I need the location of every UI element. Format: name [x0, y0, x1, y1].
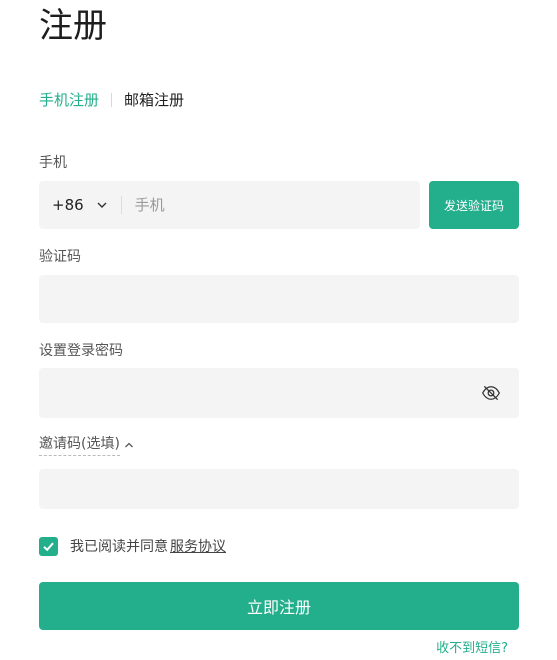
send-code-button[interactable]: 发送验证码: [429, 181, 519, 229]
phone-label: 手机: [39, 155, 67, 171]
password-input[interactable]: [39, 368, 481, 418]
chevron-down-icon: [97, 202, 107, 208]
chevron-up-icon: [124, 442, 133, 448]
no-sms-link[interactable]: 收不到短信?: [436, 640, 508, 658]
agreement-text: 我已阅读并同意: [70, 539, 168, 555]
verify-code-input[interactable]: [39, 275, 519, 323]
country-code-select[interactable]: +86: [39, 181, 108, 229]
service-agreement-link[interactable]: 服务协议: [170, 536, 226, 556]
register-submit-button[interactable]: 立即注册: [39, 582, 519, 630]
verify-code-label: 验证码: [39, 249, 81, 265]
eye-slash-icon[interactable]: [481, 383, 501, 403]
invite-code-input[interactable]: [39, 469, 519, 509]
agreement-checkbox[interactable]: [39, 536, 58, 556]
password-label: 设置登录密码: [39, 343, 123, 359]
invite-code-toggle[interactable]: 邀请码(选填): [39, 434, 134, 456]
page-title: 注册: [39, 6, 107, 46]
invite-code-field: [39, 469, 519, 509]
agreement-row: 我已阅读并同意 服务协议: [39, 536, 226, 556]
password-field: [39, 368, 519, 418]
invite-code-label: 邀请码(选填): [39, 434, 120, 456]
tab-phone-register[interactable]: 手机注册: [39, 88, 99, 112]
country-code-value: +86: [52, 196, 84, 214]
check-icon: [43, 542, 54, 551]
phone-input[interactable]: [121, 181, 420, 229]
tab-divider: [111, 93, 113, 107]
verify-code-field: [39, 275, 519, 323]
register-tabs: 手机注册 邮箱注册: [39, 88, 184, 112]
register-page: 注册 手机注册 邮箱注册 手机 +86 发送验证码 验证码 设置登录密码 邀请码…: [0, 0, 557, 660]
phone-field: +86: [39, 181, 420, 229]
tab-email-register[interactable]: 邮箱注册: [124, 88, 184, 112]
